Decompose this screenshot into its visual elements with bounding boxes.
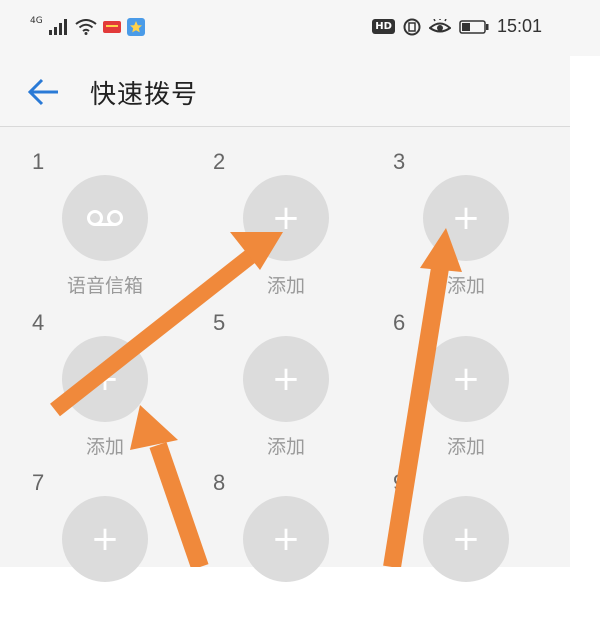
network-type-label: 4G <box>30 16 43 26</box>
add-contact-button[interactable]: + <box>243 336 329 422</box>
plus-icon: + <box>451 198 481 238</box>
add-contact-button[interactable]: + <box>423 496 509 582</box>
battery-icon <box>459 19 489 34</box>
plus-icon: + <box>90 519 120 559</box>
hd-badge: HD <box>372 19 395 34</box>
slot-number: 8 <box>213 470 226 495</box>
slot-number: 5 <box>213 310 226 335</box>
add-contact-button[interactable]: + <box>423 175 509 261</box>
speed-dial-slot-2: 2 + 添加 <box>213 149 393 299</box>
speed-dial-grid: 1 语音信箱 2 + 添加 3 + 添加 4 + 添加 5 + 添加 6 + 添… <box>0 127 573 582</box>
plus-icon: + <box>271 519 301 559</box>
plus-icon: + <box>90 359 120 399</box>
slot-label: 添加 <box>446 436 485 458</box>
no-sim-icon <box>403 18 421 35</box>
app-bar: 快速拨号 <box>0 56 570 127</box>
screen-edge <box>570 56 600 567</box>
plus-icon: + <box>451 519 481 559</box>
signal-icon <box>48 19 67 35</box>
add-contact-button[interactable]: + <box>423 336 509 422</box>
slot-number: 7 <box>32 470 45 495</box>
plus-icon: + <box>271 359 301 399</box>
app-notification-icon <box>102 21 121 33</box>
speed-dial-slot-5: 5 + 添加 <box>213 310 393 460</box>
speed-dial-slot-3: 3 + 添加 <box>393 149 573 299</box>
slot-number: 9 <box>393 470 406 495</box>
add-contact-button[interactable]: + <box>62 336 148 422</box>
star-app-icon <box>126 18 145 36</box>
wifi-icon <box>75 19 97 35</box>
status-bar: 4G HD 15:01 <box>0 0 600 56</box>
slot-number: 2 <box>213 149 226 174</box>
arrow-left-icon <box>27 78 58 106</box>
slot-label: 添加 <box>446 275 485 297</box>
eye-comfort-icon <box>428 18 451 32</box>
speed-dial-slot-6: 6 + 添加 <box>393 310 573 460</box>
status-time: 15:01 <box>496 16 542 36</box>
page-title: 快速拨号 <box>90 80 199 110</box>
speed-dial-slot-9: 9 + <box>393 470 573 620</box>
slot-number: 4 <box>32 310 45 335</box>
status-right: HD 15:01 <box>372 16 542 37</box>
slot-number: 6 <box>393 310 406 335</box>
speed-dial-slot-4: 4 + 添加 <box>32 310 212 460</box>
voicemail-button[interactable] <box>62 175 148 261</box>
back-button[interactable] <box>26 76 62 108</box>
voicemail-icon <box>87 210 123 226</box>
speed-dial-slot-1: 1 语音信箱 <box>32 149 212 299</box>
add-contact-button[interactable]: + <box>243 175 329 261</box>
slot-label: 添加 <box>85 436 124 458</box>
slot-number: 1 <box>32 149 45 174</box>
speed-dial-slot-8: 8 + <box>213 470 393 620</box>
plus-icon: + <box>271 198 301 238</box>
add-contact-button[interactable]: + <box>243 496 329 582</box>
slot-label: 添加 <box>266 275 305 297</box>
plus-icon: + <box>451 359 481 399</box>
slot-label: 语音信箱 <box>66 275 143 297</box>
slot-label: 添加 <box>266 436 305 458</box>
slot-number: 3 <box>393 149 406 174</box>
speed-dial-slot-7: 7 + <box>32 470 212 620</box>
status-left: 4G <box>30 16 145 36</box>
add-contact-button[interactable]: + <box>62 496 148 582</box>
